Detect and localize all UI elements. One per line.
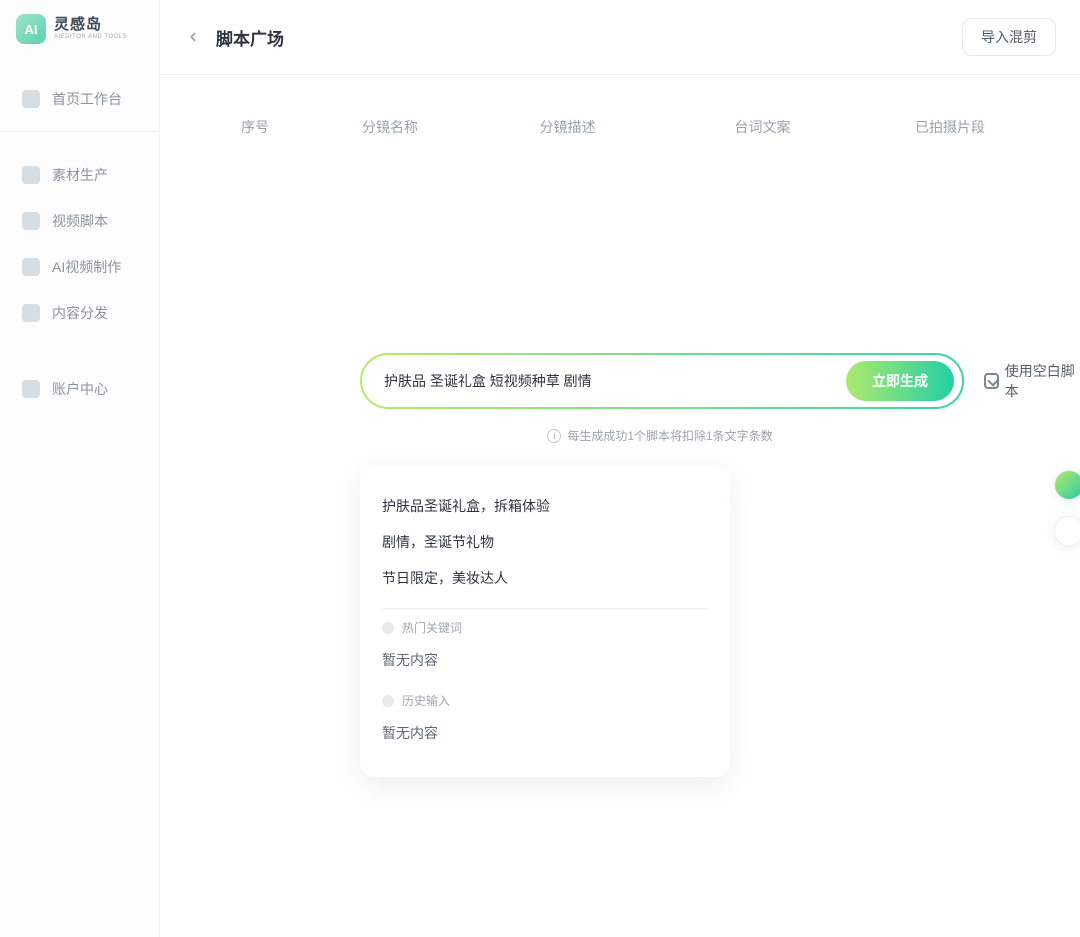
hot-keywords-header: 热门关键词 <box>382 619 708 636</box>
back-icon[interactable] <box>184 28 202 46</box>
hot-keywords-empty: 暂无内容 <box>382 646 708 678</box>
suggestion-item[interactable]: 剧情，圣诞节礼物 <box>382 524 708 560</box>
th-index: 序号 <box>200 117 310 137</box>
sidebar-item-account[interactable]: 账户中心 <box>0 366 159 412</box>
brand-name: 灵感岛 <box>54 17 127 34</box>
history-empty: 暂无内容 <box>382 719 708 751</box>
sidebar-item-ai-video[interactable]: AI视频制作 <box>0 244 159 290</box>
info-icon: i <box>547 429 561 443</box>
import-button[interactable]: 导入混剪 <box>962 18 1056 56</box>
suggestion-item[interactable]: 节日限定，美妆达人 <box>382 560 708 596</box>
generate-button[interactable]: 立即生成 <box>846 361 954 401</box>
home-icon <box>22 90 40 108</box>
history-title: 历史输入 <box>402 692 450 709</box>
generate-hint: i 每生成成功1个脚本将扣除1条文字条数 <box>360 427 960 444</box>
sidebar-item-distribute[interactable]: 内容分发 <box>0 290 159 336</box>
table-header-row: 序号 分镜名称 分镜描述 台词文案 已拍摄片段 <box>160 75 1080 153</box>
generate-area: 立即生成 使用空白脚本 i 每生成成功1个脚本将扣除1条文字条数 护肤品圣诞礼盒… <box>160 353 1080 777</box>
use-blank-script-link[interactable]: 使用空白脚本 <box>984 361 1080 401</box>
blank-link-label: 使用空白脚本 <box>1005 361 1080 401</box>
brand-sub: AIEDITOR AND TOOLS <box>54 34 127 41</box>
floating-action-primary[interactable] <box>1054 470 1080 500</box>
th-clips: 已拍摄片段 <box>860 117 1040 137</box>
page-header: 脚本广场 导入混剪 <box>160 0 1080 75</box>
dot-icon <box>382 695 394 707</box>
prompt-input[interactable] <box>384 373 846 389</box>
script-icon <box>22 212 40 230</box>
dot-icon <box>382 622 394 634</box>
sidebar-item-label: 首页工作台 <box>52 89 122 109</box>
sidebar-item-video-script[interactable]: 视频脚本 <box>0 198 159 244</box>
sidebar-item-label: 账户中心 <box>52 379 108 399</box>
account-icon <box>22 380 40 398</box>
logo: AI 灵感岛 AIEDITOR AND TOOLS <box>0 0 159 58</box>
sidebar-item-home[interactable]: 首页工作台 <box>0 76 159 132</box>
page-title: 脚本广场 <box>216 25 284 50</box>
history-header: 历史输入 <box>382 692 708 709</box>
folder-icon <box>22 166 40 184</box>
blank-script-icon <box>984 373 999 389</box>
main: 脚本广场 导入混剪 序号 分镜名称 分镜描述 台词文案 已拍摄片段 立即生成 <box>160 0 1080 937</box>
suggestions-popup: 护肤品圣诞礼盒，拆箱体验 剧情，圣诞节礼物 节日限定，美妆达人 热门关键词 暂无… <box>360 466 730 777</box>
sidebar-item-label: 素材生产 <box>52 165 108 185</box>
th-shot-name: 分镜名称 <box>310 117 470 137</box>
sidebar: AI 灵感岛 AIEDITOR AND TOOLS 首页工作台 素材生产 视频脚… <box>0 0 160 937</box>
divider <box>382 608 708 609</box>
th-dialogue: 台词文案 <box>665 117 860 137</box>
hint-text: 每生成成功1个脚本将扣除1条文字条数 <box>567 427 772 444</box>
logo-badge: AI <box>16 14 46 44</box>
search-pill: 立即生成 <box>360 353 964 409</box>
sidebar-item-label: 视频脚本 <box>52 211 108 231</box>
sidebar-item-material[interactable]: 素材生产 <box>0 152 159 198</box>
hot-keywords-title: 热门关键词 <box>402 619 462 636</box>
ai-video-icon <box>22 258 40 276</box>
sidebar-item-label: AI视频制作 <box>52 257 121 277</box>
floating-actions <box>1054 470 1080 546</box>
floating-action-secondary[interactable] <box>1054 516 1080 546</box>
sidebar-item-label: 内容分发 <box>52 303 108 323</box>
suggestion-item[interactable]: 护肤品圣诞礼盒，拆箱体验 <box>382 488 708 524</box>
share-icon <box>22 304 40 322</box>
th-shot-desc: 分镜描述 <box>470 117 665 137</box>
sidebar-nav: 首页工作台 素材生产 视频脚本 AI视频制作 内容分发 账户中心 <box>0 76 159 412</box>
